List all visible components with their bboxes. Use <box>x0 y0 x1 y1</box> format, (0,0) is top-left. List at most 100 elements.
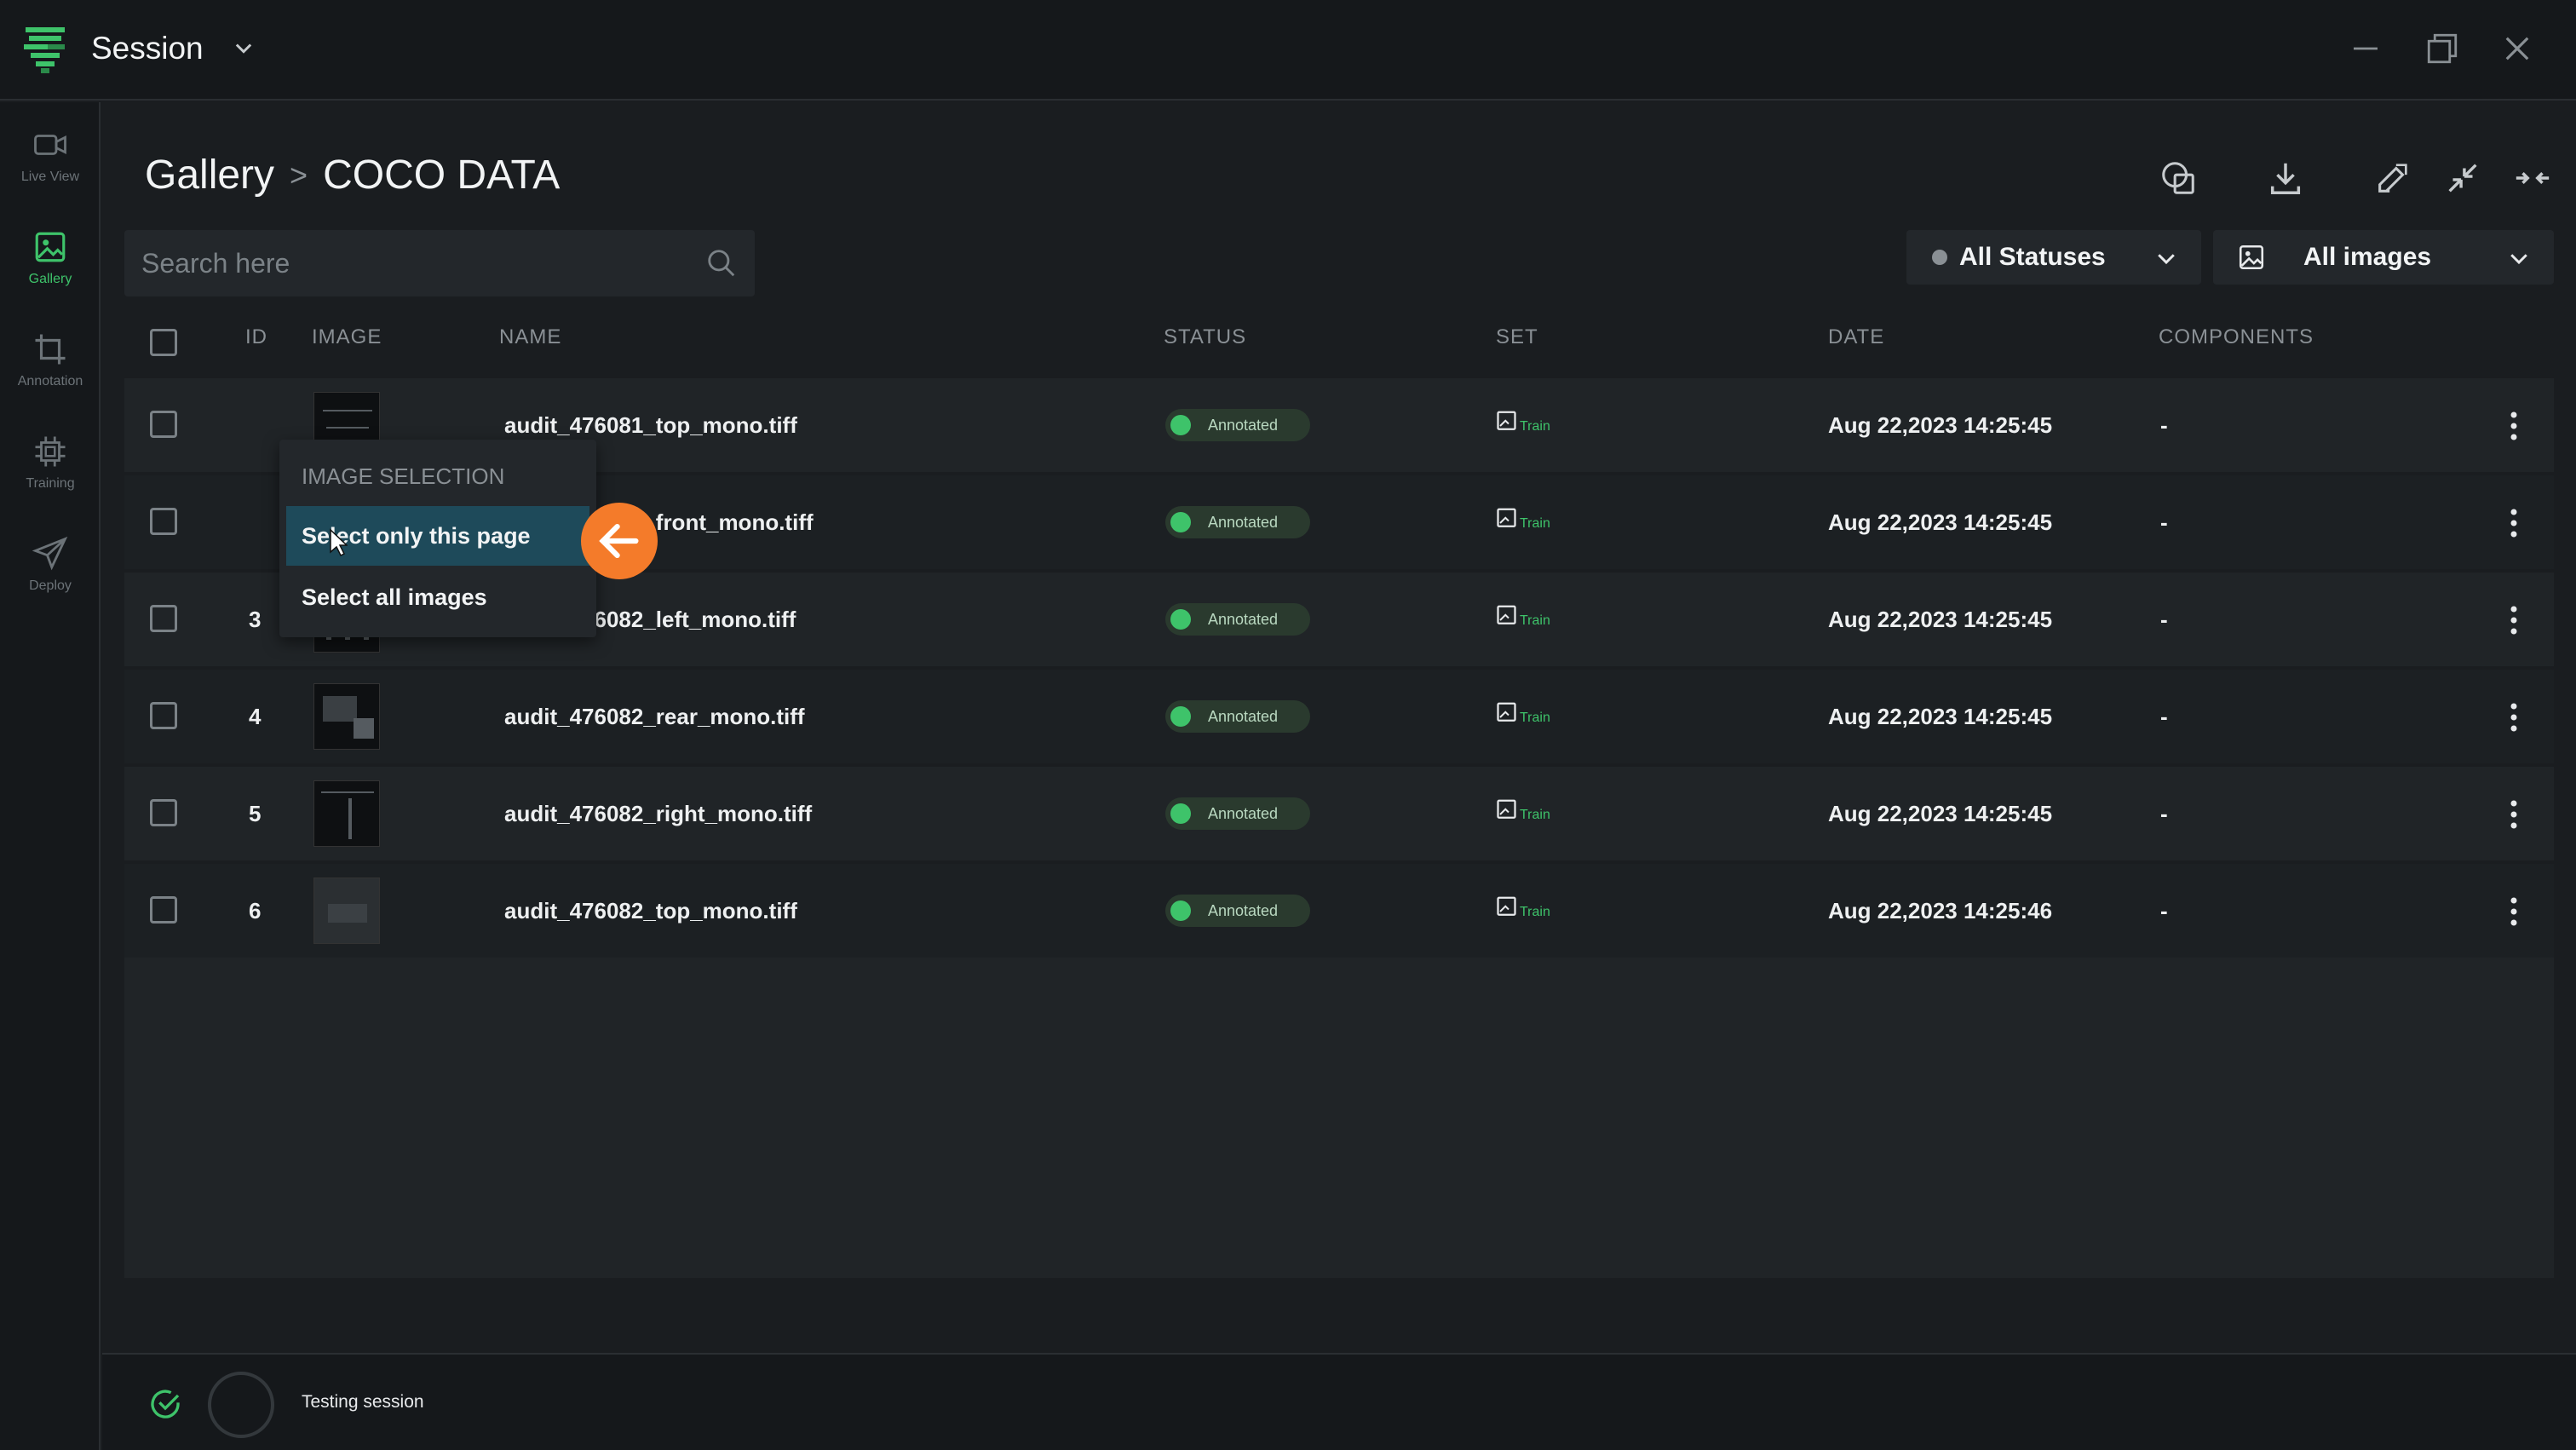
row-components: - <box>2160 704 2168 729</box>
set-label: Train <box>1520 613 1550 628</box>
session-status-text: Testing session <box>302 1392 424 1412</box>
row-components: - <box>2160 607 2168 632</box>
row-name: audit_476081_top_mono.tiff <box>504 412 797 438</box>
close-button[interactable] <box>2499 31 2535 66</box>
set-label: Train <box>1520 905 1550 919</box>
sidebar-item-training[interactable]: Training <box>0 416 101 509</box>
sidebar: Live View Gallery Annotation Training De… <box>0 102 101 1450</box>
status-dot-icon <box>1170 512 1191 532</box>
set-cell: Train <box>1496 895 1550 920</box>
sidebar-item-label: Training <box>26 476 75 491</box>
sidebar-item-label: Annotation <box>17 374 83 388</box>
sidebar-item-live-view[interactable]: Live View <box>0 109 101 203</box>
sidebar-item-gallery[interactable]: Gallery <box>0 211 101 305</box>
status-badge: Annotated <box>1165 409 1310 441</box>
app-window: Session Live View Gallery Annotation Tra… <box>0 0 2576 1450</box>
session-title[interactable]: Session <box>91 31 204 66</box>
row-checkbox[interactable] <box>150 508 177 535</box>
row-date: Aug 22,2023 14:25:46 <box>1828 898 2053 924</box>
menu-heading: IMAGE SELECTION <box>302 463 505 489</box>
row-checkbox[interactable] <box>150 605 177 632</box>
image-filter-label: All images <box>2303 243 2432 271</box>
status-dot-icon <box>1170 803 1191 824</box>
row-date: Aug 22,2023 14:25:45 <box>1828 801 2053 826</box>
more-options-icon[interactable] <box>2510 411 2518 441</box>
status-label: Annotated <box>1208 707 1279 725</box>
more-options-icon[interactable] <box>2510 896 2518 927</box>
column-header-set[interactable]: SET <box>1496 325 1538 349</box>
status-filter-dropdown[interactable]: All Statuses <box>1906 230 2201 285</box>
breadcrumb-current: COCO DATA <box>323 152 561 198</box>
row-id: 3 <box>249 607 262 632</box>
status-badge: Annotated <box>1165 603 1310 636</box>
image-thumbnail[interactable] <box>313 780 380 847</box>
compare-button[interactable] <box>2159 158 2198 198</box>
column-header-date[interactable]: DATE <box>1828 325 1884 349</box>
table-empty-area <box>124 958 2554 1278</box>
image-filter-dropdown[interactable]: All images <box>2213 230 2554 285</box>
send-icon <box>32 536 68 571</box>
row-id: 6 <box>249 898 262 924</box>
column-header-name[interactable]: NAME <box>499 325 561 349</box>
row-components: - <box>2160 898 2168 924</box>
status-dot-icon <box>1170 609 1191 630</box>
download-icon <box>2270 163 2301 194</box>
video-camera-icon <box>34 135 66 155</box>
set-cell: Train <box>1496 409 1550 434</box>
image-set-icon <box>1497 411 1516 430</box>
sidebar-item-label: Live View <box>20 170 80 184</box>
breadcrumb-root[interactable]: Gallery <box>145 152 274 199</box>
status-label: Annotated <box>1208 610 1279 628</box>
more-options-icon[interactable] <box>2510 799 2518 830</box>
column-header-status[interactable]: STATUS <box>1164 325 1246 349</box>
fit-width-button[interactable] <box>2513 158 2552 198</box>
image-thumbnail[interactable] <box>313 877 380 944</box>
image-set-icon <box>1497 702 1516 722</box>
search-icon[interactable] <box>705 247 738 279</box>
image-thumbnail[interactable] <box>313 683 380 750</box>
table-row[interactable]: 4 audit_476082_rear_mono.tiff Annotated … <box>124 670 2554 763</box>
row-checkbox[interactable] <box>150 799 177 826</box>
row-checkbox[interactable] <box>150 896 177 924</box>
sidebar-item-deploy[interactable]: Deploy <box>0 518 101 612</box>
table-row[interactable]: 5 audit_476082_right_mono.tiff Annotated… <box>124 767 2554 860</box>
check-circle-icon <box>151 1390 180 1418</box>
image-set-icon <box>1497 508 1516 527</box>
row-date: Aug 22,2023 14:25:45 <box>1828 412 2053 438</box>
row-name: audit_476082_top_mono.tiff <box>504 898 797 924</box>
minimize-icon <box>2354 47 2378 50</box>
row-date: Aug 22,2023 14:25:45 <box>1828 704 2053 729</box>
sidebar-item-annotation[interactable]: Annotation <box>0 314 101 407</box>
column-header-components[interactable]: COMPONENTS <box>2159 325 2314 349</box>
row-checkbox[interactable] <box>150 411 177 438</box>
more-options-icon[interactable] <box>2510 508 2518 538</box>
search-input[interactable] <box>141 247 687 279</box>
restore-button[interactable] <box>2424 31 2460 66</box>
set-label: Train <box>1520 711 1550 725</box>
minimize-button[interactable] <box>2348 31 2383 66</box>
status-dot-icon <box>1170 706 1191 727</box>
download-button[interactable] <box>2266 158 2305 198</box>
edit-button[interactable] <box>2373 158 2412 198</box>
breadcrumb-separator: > <box>290 157 308 193</box>
chip-icon <box>35 436 66 467</box>
more-options-icon[interactable] <box>2510 605 2518 636</box>
table-row[interactable]: 6 audit_476082_top_mono.tiff Annotated T… <box>124 864 2554 958</box>
status-badge: Annotated <box>1165 700 1310 733</box>
arrow-left-icon <box>599 523 639 559</box>
table-header: ID IMAGE NAME STATUS SET DATE COMPONENTS <box>124 302 2554 378</box>
image-icon <box>35 232 66 262</box>
column-header-image: IMAGE <box>312 325 382 348</box>
collapse-button[interactable] <box>2443 158 2482 198</box>
row-checkbox[interactable] <box>150 702 177 729</box>
images-table: ID IMAGE NAME STATUS SET DATE COMPONENTS… <box>124 302 2554 1278</box>
arrows-inward-icon <box>2516 172 2550 184</box>
more-options-icon[interactable] <box>2510 702 2518 733</box>
row-name: audit_476082_right_mono.tiff <box>504 801 813 826</box>
chevron-down-icon[interactable] <box>232 36 256 60</box>
status-badge: Annotated <box>1165 797 1310 830</box>
column-header-id: ID <box>245 325 267 348</box>
select-all-checkbox[interactable] <box>150 329 177 356</box>
sidebar-item-label: Deploy <box>29 578 72 593</box>
select-all-option[interactable]: Select all images <box>286 567 589 627</box>
